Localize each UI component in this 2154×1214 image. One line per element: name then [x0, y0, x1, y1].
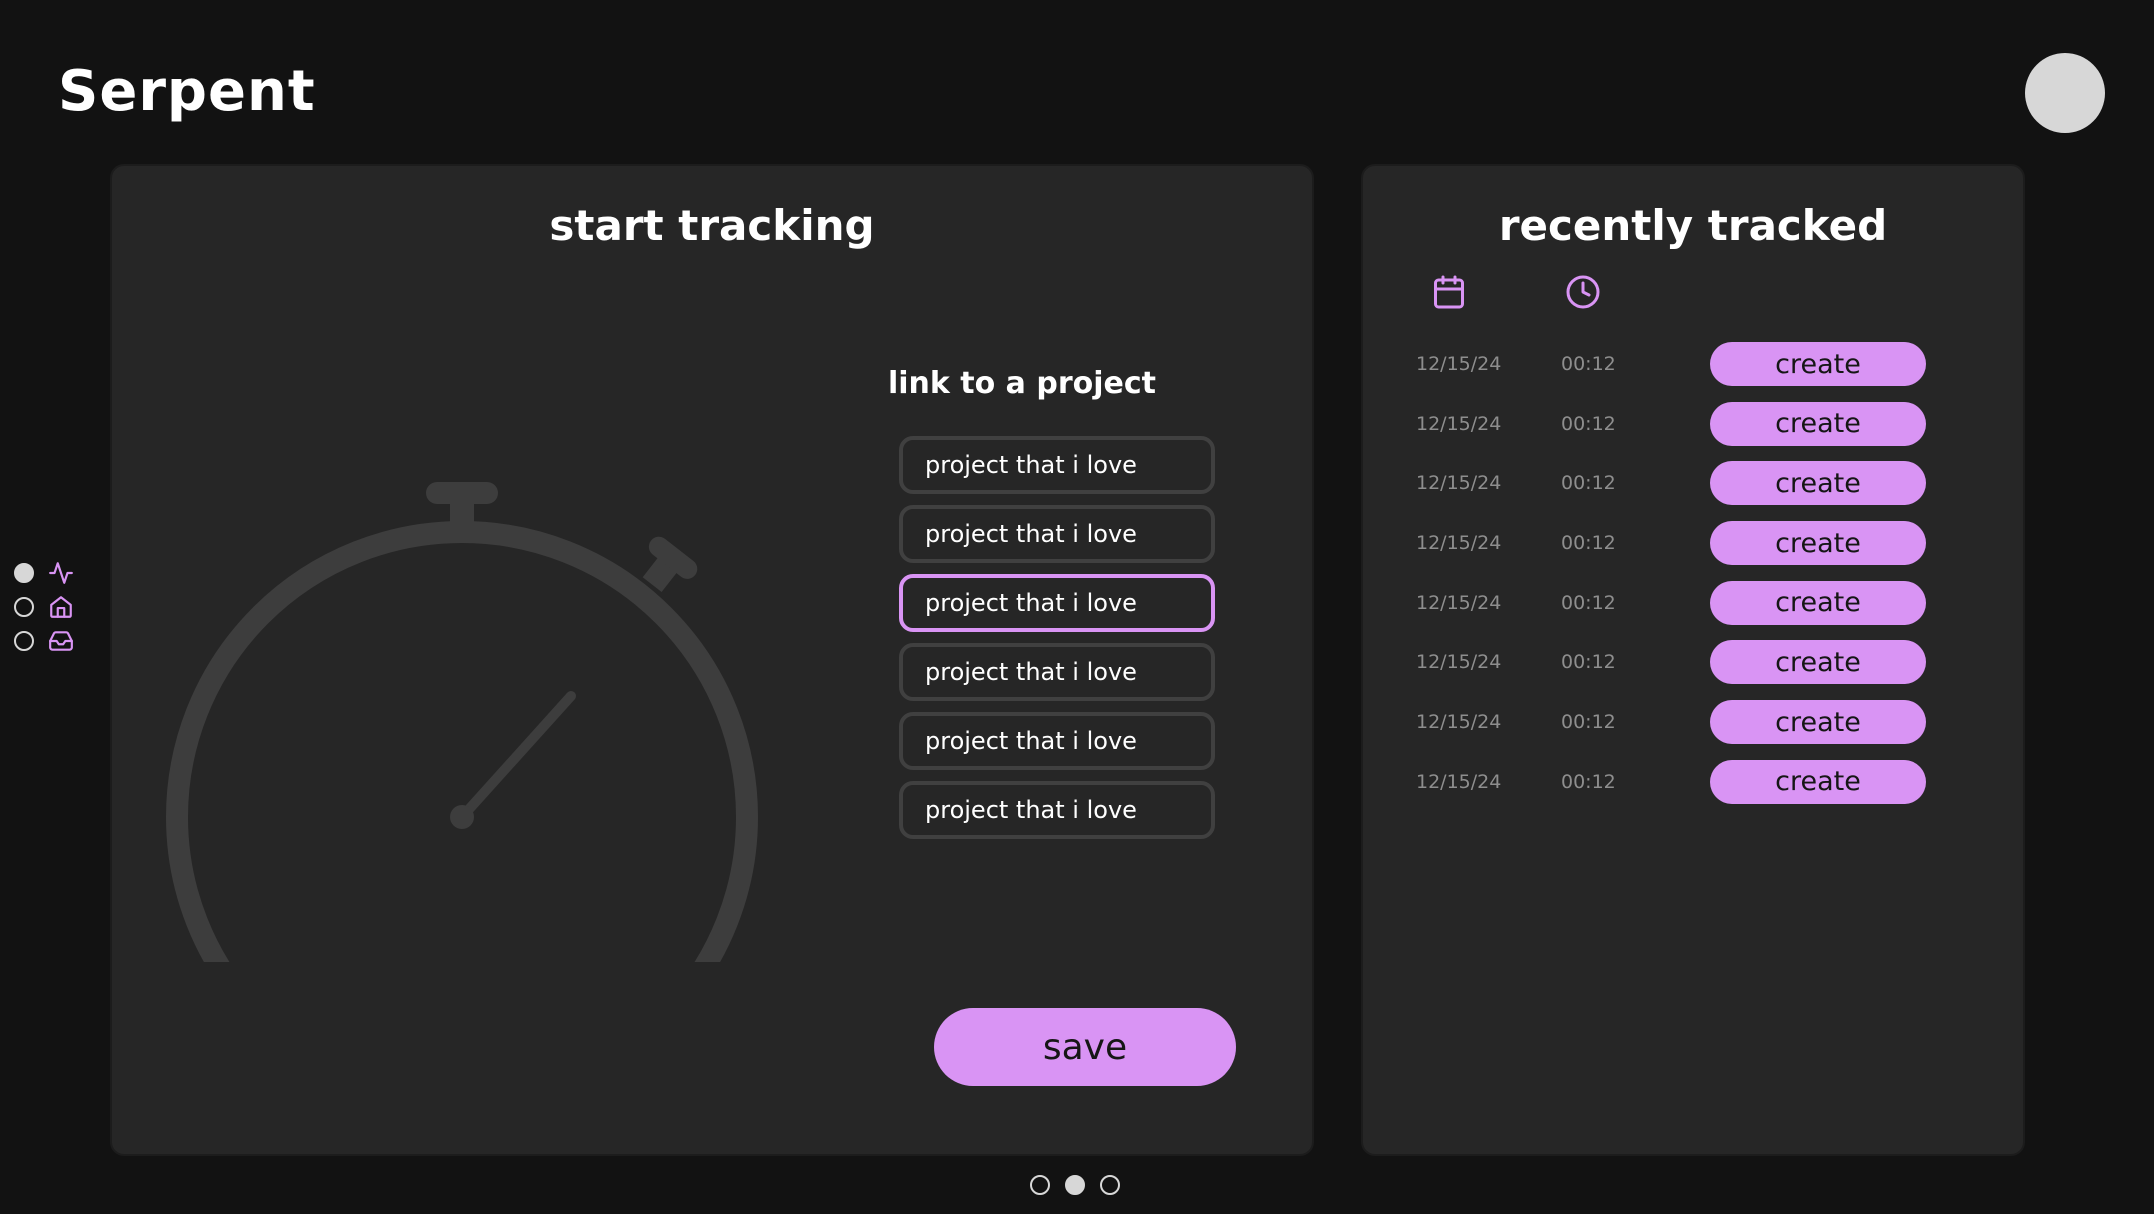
- recent-duration: 00:12: [1561, 711, 1616, 734]
- recent-row: 12/15/24 00:12 create: [1363, 461, 2023, 521]
- create-button[interactable]: create: [1710, 700, 1926, 745]
- calendar-icon: [1434, 275, 1464, 309]
- stopwatch-icon[interactable]: [162, 322, 762, 962]
- recent-date: 12/15/24: [1416, 472, 1502, 495]
- nav-indicator-dot: [14, 631, 34, 651]
- recent-row: 12/15/24 00:12 create: [1363, 401, 2023, 462]
- recent-panel: recently tracked 12/15/24 00:12 create 1…: [1361, 164, 2025, 1156]
- inbox-icon: [49, 631, 73, 651]
- project-option[interactable]: project that i love: [899, 643, 1215, 701]
- recent-duration: 00:12: [1561, 651, 1616, 674]
- sidebar-item-activity[interactable]: [14, 556, 76, 590]
- recent-duration: 00:12: [1561, 532, 1616, 555]
- create-button[interactable]: create: [1710, 401, 1926, 446]
- recent-row: 12/15/24 00:12 create: [1363, 700, 2023, 760]
- project-option[interactable]: project that i love: [899, 505, 1215, 563]
- save-button[interactable]: save: [934, 1008, 1236, 1086]
- project-option[interactable]: project that i love: [899, 712, 1215, 770]
- app-title: Serpent: [58, 59, 316, 124]
- sidebar-item-inbox[interactable]: [14, 624, 76, 658]
- recent-date: 12/15/24: [1416, 412, 1502, 435]
- recent-row: 12/15/24 00:12 create: [1363, 580, 2023, 641]
- home-icon: [50, 596, 72, 618]
- recent-date: 12/15/24: [1416, 651, 1502, 674]
- recent-duration: 00:12: [1561, 412, 1616, 435]
- project-option[interactable]: project that i love: [899, 781, 1215, 839]
- recent-row: 12/15/24 00:12 create: [1363, 342, 2023, 402]
- create-button[interactable]: create: [1710, 640, 1926, 685]
- clock-icon: [1566, 275, 1600, 309]
- panel-title: recently tracked: [1498, 201, 1888, 250]
- nav-indicator-dot: [14, 597, 34, 617]
- project-option[interactable]: project that i love: [899, 436, 1215, 494]
- recent-duration: 00:12: [1561, 472, 1616, 495]
- tracking-panel: start tracking link to a project project…: [110, 164, 1314, 1156]
- page-dot-1[interactable]: [1030, 1175, 1050, 1195]
- recent-row: 12/15/24 00:12 create: [1363, 521, 2023, 581]
- project-list-heading: link to a project: [887, 366, 1157, 401]
- recent-row: 12/15/24 00:12 create: [1363, 640, 2023, 700]
- panel-title: start tracking: [549, 201, 875, 250]
- nav-indicator-dot: [14, 563, 34, 583]
- sidebar-item-home[interactable]: [14, 590, 76, 624]
- recent-date: 12/15/24: [1416, 532, 1502, 555]
- avatar[interactable]: [2025, 53, 2105, 133]
- recent-duration: 00:12: [1561, 591, 1616, 614]
- create-button[interactable]: create: [1710, 580, 1926, 625]
- project-list: project that i love project that i love …: [899, 436, 1215, 850]
- activity-icon: [49, 562, 73, 584]
- side-nav: [14, 556, 76, 658]
- pagination: [1030, 1175, 1135, 1195]
- recent-date: 12/15/24: [1416, 711, 1502, 734]
- page-dot-2-active[interactable]: [1065, 1175, 1085, 1195]
- recent-duration: 00:12: [1561, 353, 1616, 375]
- create-button[interactable]: create: [1710, 759, 1926, 804]
- recent-date: 12/15/24: [1416, 591, 1502, 614]
- create-button[interactable]: create: [1710, 342, 1926, 386]
- recent-list: 12/15/24 00:12 create 12/15/24 00:12 cre…: [1363, 342, 2023, 820]
- recent-duration: 00:12: [1561, 770, 1616, 793]
- recent-date: 12/15/24: [1416, 770, 1502, 793]
- project-option-selected[interactable]: project that i love: [899, 574, 1215, 632]
- create-button[interactable]: create: [1710, 521, 1926, 566]
- page-dot-3[interactable]: [1100, 1175, 1120, 1195]
- recent-date: 12/15/24: [1416, 353, 1502, 375]
- recent-row: 12/15/24 00:12 create: [1363, 759, 2023, 820]
- create-button[interactable]: create: [1710, 461, 1926, 506]
